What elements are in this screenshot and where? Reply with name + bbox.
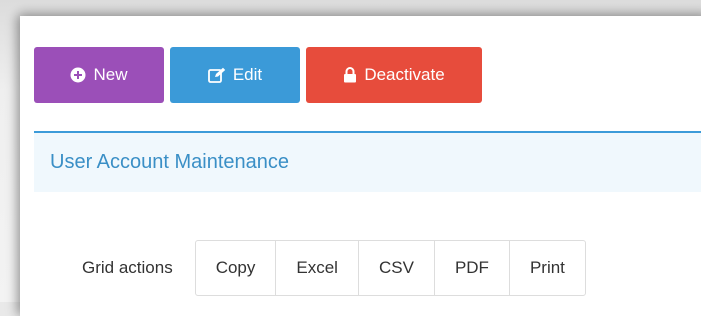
edit-icon <box>207 67 226 83</box>
new-button[interactable]: New <box>34 47 164 103</box>
deactivate-button[interactable]: Deactivate <box>306 47 482 103</box>
plus-circle-icon <box>70 67 86 83</box>
pdf-button[interactable]: PDF <box>433 241 509 295</box>
box-header: User Account Maintenance <box>34 133 701 192</box>
content-panel: New Edit Deactivate User Account Mainten… <box>20 16 701 316</box>
excel-button[interactable]: Excel <box>275 241 358 295</box>
grid-actions: Grid actions Copy Excel CSV PDF Print <box>82 240 586 296</box>
copy-button[interactable]: Copy <box>196 241 276 295</box>
csv-button[interactable]: CSV <box>357 241 434 295</box>
window-background: New Edit Deactivate User Account Mainten… <box>0 0 701 316</box>
edit-button-label: Edit <box>232 65 263 84</box>
grid-actions-label: Grid actions <box>82 258 173 277</box>
print-button[interactable]: Print <box>508 241 585 295</box>
grid-actions-button-group: Copy Excel CSV PDF Print <box>194 240 586 296</box>
page-title: User Account Maintenance <box>50 151 290 173</box>
new-button-label: New <box>93 65 128 84</box>
edit-button[interactable]: Edit <box>170 47 300 103</box>
lock-icon <box>343 67 357 83</box>
action-toolbar: New Edit Deactivate <box>34 47 482 103</box>
deactivate-button-label: Deactivate <box>364 65 445 84</box>
